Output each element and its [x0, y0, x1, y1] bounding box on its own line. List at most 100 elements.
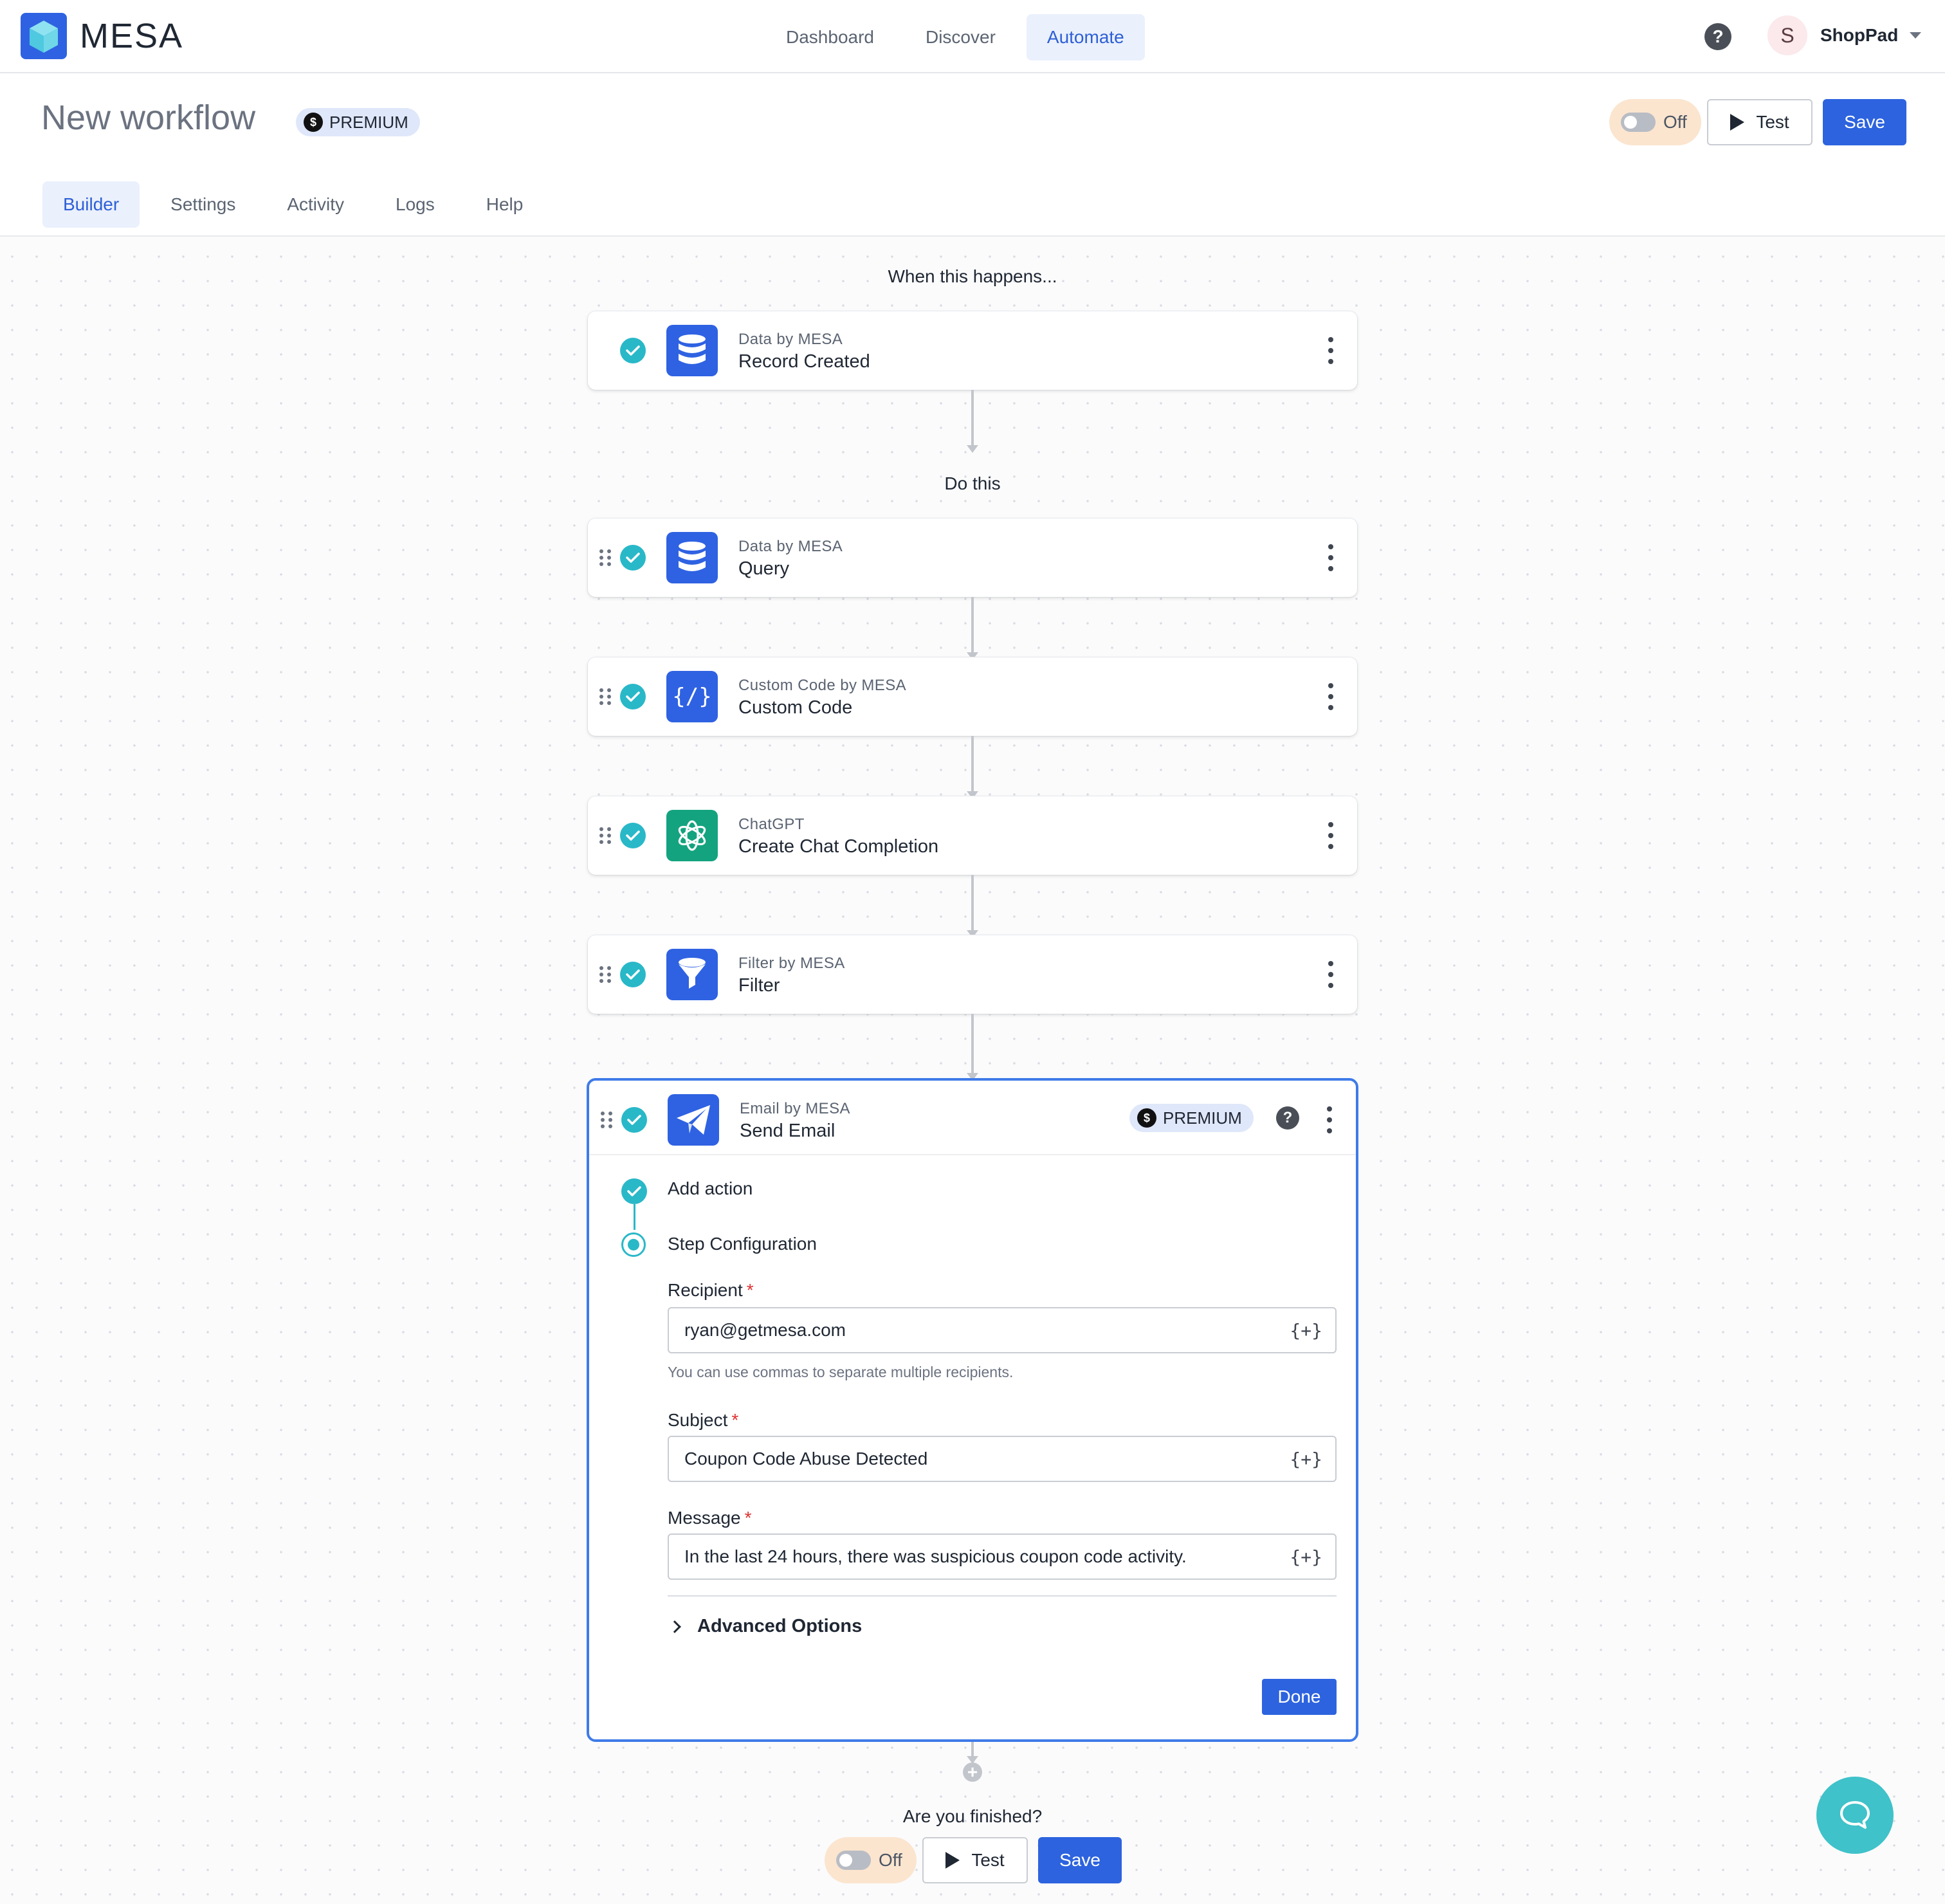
step-card-custom-code[interactable]: {/} Custom Code by MESA Custom Code — [588, 657, 1357, 736]
recipient-input[interactable]: ryan@getmesa.com {+} — [668, 1307, 1337, 1353]
required-marker: * — [744, 1508, 752, 1528]
more-options-icon[interactable] — [1328, 822, 1334, 849]
more-options-icon[interactable] — [1326, 1106, 1333, 1133]
subject-input[interactable]: Coupon Code Abuse Detected {+} — [668, 1436, 1337, 1482]
database-icon — [666, 532, 718, 583]
connector-arrow — [967, 875, 978, 938]
drag-handle-icon[interactable] — [599, 827, 611, 844]
current-step-ring-icon — [621, 1232, 646, 1257]
nav-tab-dashboard[interactable]: Dashboard — [765, 14, 895, 60]
tab-builder[interactable]: Builder — [42, 181, 140, 228]
timeline-step-add-action[interactable]: Add action — [668, 1178, 753, 1199]
step-app-name: Data by MESA — [738, 538, 843, 555]
step-card-query[interactable]: Data by MESA Query — [588, 518, 1357, 597]
required-marker: * — [746, 1280, 754, 1300]
check-circle-icon — [620, 545, 646, 571]
chat-bubble-icon — [1840, 1801, 1870, 1829]
mesa-cube-icon — [21, 13, 67, 59]
save-button[interactable]: Save — [1823, 99, 1906, 145]
timeline-connector — [634, 1204, 635, 1230]
connector-arrow — [967, 390, 978, 453]
nav-tab-automate[interactable]: Automate — [1026, 14, 1145, 60]
subject-label: Subject * — [668, 1410, 738, 1431]
test-button-label: Test — [1756, 112, 1789, 132]
insert-variable-icon[interactable]: {+} — [1290, 1320, 1322, 1341]
connector-arrow — [967, 597, 978, 660]
main-nav-tabs: Dashboard Discover Automate — [765, 14, 1155, 60]
more-options-icon[interactable] — [1328, 961, 1334, 988]
step-card-header[interactable]: Email by MESA Send Email $ PREMIUM ? — [589, 1081, 1356, 1155]
more-options-icon[interactable] — [1328, 337, 1334, 364]
subject-value: Coupon Code Abuse Detected — [684, 1449, 928, 1469]
step-card-filter[interactable]: Filter by MESA Filter — [588, 935, 1357, 1014]
play-icon — [945, 1852, 960, 1869]
save-button-footer[interactable]: Save — [1038, 1837, 1122, 1883]
step-action-name: Send Email — [740, 1121, 836, 1141]
toggle-switch-icon — [836, 1851, 871, 1870]
caret-down-icon — [1910, 32, 1922, 39]
drag-handle-icon[interactable] — [599, 688, 611, 705]
workflow-enable-toggle-footer[interactable]: Off — [825, 1837, 917, 1883]
workflow-subtabs: Builder Settings Activity Logs Help — [42, 181, 554, 228]
dollar-icon: $ — [304, 113, 323, 132]
openai-icon — [666, 810, 718, 861]
chevron-right-icon — [668, 1620, 681, 1633]
account-name: ShopPad — [1820, 25, 1899, 45]
done-button[interactable]: Done — [1262, 1679, 1337, 1715]
tab-activity[interactable]: Activity — [266, 181, 365, 228]
account-menu[interactable]: S ShopPad — [1767, 15, 1922, 55]
actions-heading: Do this — [944, 473, 1001, 493]
workflow-enable-toggle[interactable]: Off — [1609, 99, 1701, 145]
more-options-icon[interactable] — [1328, 683, 1334, 710]
add-step-plus-icon[interactable]: + — [963, 1762, 982, 1782]
dollar-icon: $ — [1137, 1108, 1156, 1128]
avatar: S — [1767, 15, 1807, 55]
trigger-heading: When this happens... — [888, 266, 1057, 286]
connector-line — [967, 1742, 978, 1764]
recipient-value: ryan@getmesa.com — [684, 1320, 846, 1340]
connector-arrow — [967, 736, 978, 799]
recipient-hint: You can use commas to separate multiple … — [668, 1364, 1014, 1380]
page-title[interactable]: New workflow — [41, 98, 255, 138]
mesa-logo[interactable]: MESA — [21, 13, 183, 59]
help-icon[interactable]: ? — [1276, 1106, 1299, 1130]
insert-variable-icon[interactable]: {+} — [1290, 1449, 1322, 1470]
recipient-label: Recipient * — [668, 1280, 754, 1301]
message-input[interactable]: In the last 24 hours, there was suspicio… — [668, 1533, 1337, 1580]
finish-question: Are you finished? — [902, 1806, 1043, 1826]
premium-badge-label: PREMIUM — [1163, 1108, 1242, 1128]
subject-label-text: Subject — [668, 1410, 728, 1430]
step-card-chatgpt[interactable]: ChatGPT Create Chat Completion — [588, 796, 1357, 875]
message-label-text: Message — [668, 1508, 741, 1528]
brand-name: MESA — [80, 17, 184, 55]
test-button-footer[interactable]: Test — [922, 1837, 1028, 1883]
step-app-name: Data by MESA — [738, 331, 843, 348]
funnel-icon — [666, 949, 718, 1000]
timeline-step-configuration: Step Configuration — [668, 1234, 817, 1254]
step-app-name: Email by MESA — [740, 1100, 850, 1117]
top-navigation: MESA Dashboard Discover Automate ? S Sho… — [0, 0, 1945, 73]
tab-settings[interactable]: Settings — [150, 181, 256, 228]
chat-support-button[interactable] — [1816, 1777, 1894, 1854]
advanced-options-toggle[interactable]: Advanced Options — [668, 1616, 862, 1637]
check-circle-icon — [621, 1178, 647, 1204]
nav-tab-discover[interactable]: Discover — [905, 14, 1016, 60]
step-app-name: Filter by MESA — [738, 955, 845, 972]
divider — [668, 1595, 1337, 1597]
code-icon: {/} — [666, 671, 718, 722]
drag-handle-icon[interactable] — [599, 966, 611, 983]
tab-logs[interactable]: Logs — [375, 181, 455, 228]
more-options-icon[interactable] — [1328, 544, 1334, 571]
test-button[interactable]: Test — [1707, 99, 1813, 145]
step-action-name: Query — [738, 558, 789, 579]
help-icon[interactable]: ? — [1704, 23, 1731, 50]
message-value: In the last 24 hours, there was suspicio… — [684, 1546, 1187, 1566]
drag-handle-icon[interactable] — [601, 1112, 612, 1128]
trigger-card[interactable]: Data by MESA Record Created — [588, 311, 1357, 390]
toggle-switch-icon — [1621, 113, 1656, 132]
paper-plane-icon — [668, 1094, 719, 1146]
insert-variable-icon[interactable]: {+} — [1290, 1546, 1322, 1568]
drag-handle-icon[interactable] — [599, 549, 611, 566]
step-action-name: Filter — [738, 975, 780, 996]
tab-help[interactable]: Help — [466, 181, 544, 228]
